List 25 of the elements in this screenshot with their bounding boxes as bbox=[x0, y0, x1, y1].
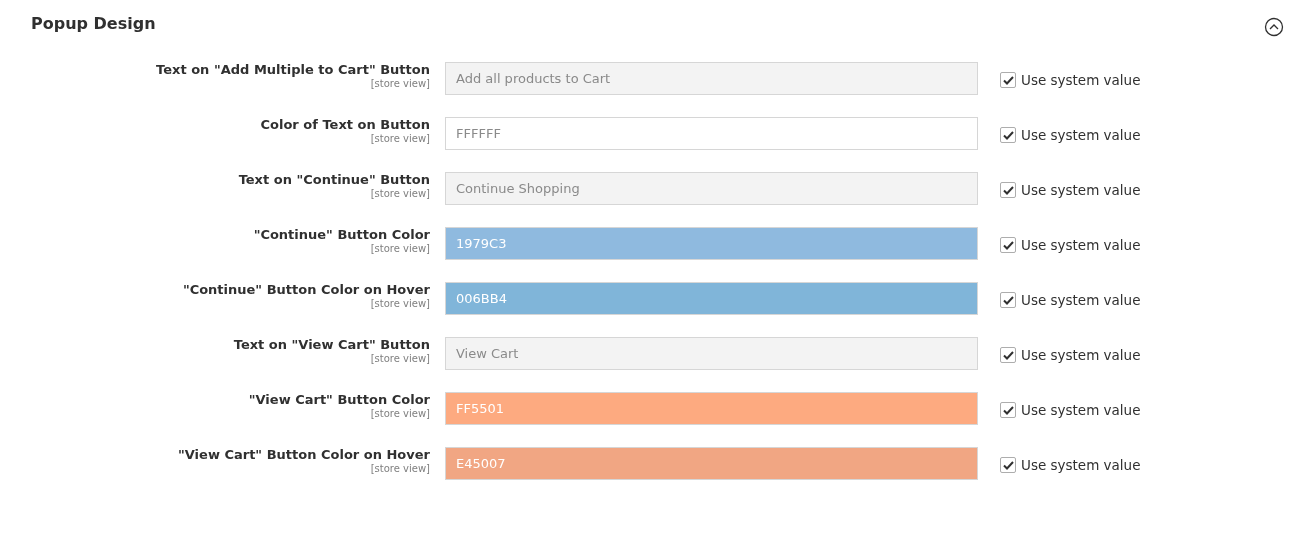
checkbox-label: Use system value bbox=[1021, 401, 1141, 420]
field-label: "View Cart" Button Color on Hover bbox=[177, 447, 430, 463]
scope-label: [store view] bbox=[369, 298, 430, 310]
scope-label: [store view] bbox=[369, 188, 430, 200]
checkbox-label: Use system value bbox=[1021, 181, 1141, 200]
checkbox-label: Use system value bbox=[1021, 346, 1141, 365]
scope-label: [store view] bbox=[369, 78, 430, 90]
field-label: Text on "View Cart" Button bbox=[232, 337, 430, 353]
scope-label: [store view] bbox=[369, 408, 430, 420]
field-label: "Continue" Button Color on Hover bbox=[181, 282, 430, 298]
checkbox-label: Use system value bbox=[1021, 71, 1141, 90]
field-label: Color of Text on Button bbox=[259, 117, 430, 133]
scope-label: [store view] bbox=[369, 353, 430, 365]
scope-label: [store view] bbox=[369, 243, 430, 255]
field-label: Text on "Continue" Button bbox=[237, 172, 430, 188]
checkbox-label: Use system value bbox=[1021, 291, 1141, 310]
scope-label: [store view] bbox=[369, 133, 430, 145]
checkbox-label: Use system value bbox=[1021, 456, 1141, 475]
checkbox-label: Use system value bbox=[1021, 236, 1141, 255]
checkbox-label: Use system value bbox=[1021, 126, 1141, 145]
section-title: Popup Design bbox=[31, 14, 156, 34]
field-label: "View Cart" Button Color bbox=[247, 392, 430, 408]
field-label: Text on "Add Multiple to Cart" Button bbox=[155, 62, 430, 78]
scope-label: [store view] bbox=[369, 463, 430, 475]
field-label: "Continue" Button Color bbox=[252, 227, 430, 243]
